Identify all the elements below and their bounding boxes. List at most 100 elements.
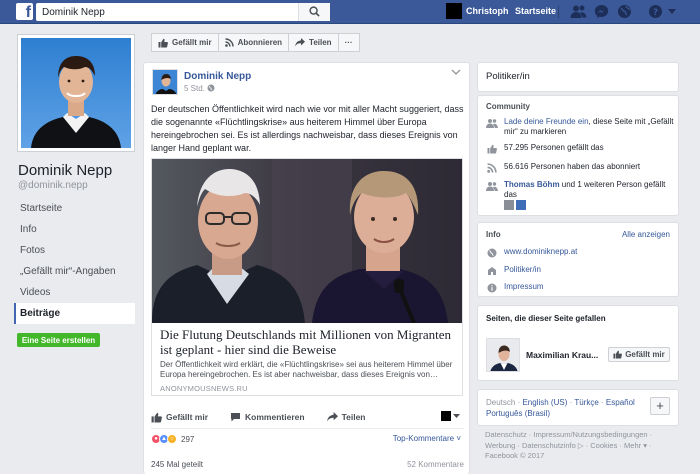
share-arrow-icon	[326, 412, 338, 422]
post-like-button[interactable]: Gefällt mir	[151, 412, 208, 423]
liked-page-like-button[interactable]: Gefällt mir	[608, 347, 670, 362]
more-options-label: ···	[344, 38, 353, 47]
share-page-button[interactable]: Teilen	[288, 33, 338, 52]
svg-text:?: ?	[653, 8, 658, 18]
liked-page-name[interactable]: Maximilian Krau...	[526, 350, 598, 360]
search-input[interactable]	[36, 3, 330, 21]
more-options-button[interactable]: ···	[337, 33, 360, 52]
liked-page-like-label: Gefällt mir	[625, 350, 665, 359]
category-row: Politiker/in	[486, 265, 676, 276]
people-icon	[486, 119, 498, 128]
thumbs-up-icon	[613, 350, 623, 359]
profile-link[interactable]: Christoph	[466, 6, 509, 16]
comment-sort-dropdown[interactable]: Top-Kommentare ˅	[393, 434, 461, 443]
search-icon	[309, 6, 320, 17]
post-stats: 245 Mal geteilt 52 Kommentare	[151, 460, 464, 469]
invite-friends-link[interactable]: Lade deine Freunde ein	[504, 117, 589, 126]
page-navigation: Startseite Info Fotos „Gefällt mir“-Anga…	[14, 198, 135, 324]
post-share-button[interactable]: Teilen	[326, 412, 366, 422]
friend-link[interactable]: Thomas Böhm	[504, 180, 560, 189]
share-as-selector[interactable]	[441, 411, 460, 421]
friend-avatar[interactable]	[504, 200, 514, 210]
user-avatar[interactable]	[446, 3, 462, 19]
post-options-chevron-icon[interactable]	[451, 69, 461, 76]
home-link[interactable]: Startseite	[515, 6, 556, 16]
post-timestamp[interactable]: 5 Std. ·	[184, 84, 210, 93]
share-count[interactable]: 245 Mal geteilt	[151, 460, 203, 469]
post-share-label: Teilen	[341, 412, 366, 422]
impressum-link[interactable]: Impressum	[504, 282, 544, 293]
likes-count[interactable]: 57.295 Personen gefällt das	[504, 143, 604, 154]
nav-item-photos[interactable]: Fotos	[14, 240, 135, 261]
search-button[interactable]	[298, 3, 330, 21]
thumbs-up-icon	[151, 412, 162, 422]
friend-requests-icon[interactable]	[570, 4, 587, 19]
page-username[interactable]: @dominik.nepp	[18, 180, 88, 191]
language-link[interactable]: Türkçe	[574, 398, 598, 407]
link-title[interactable]: Die Flutung Deutschlands mit Millionen v…	[160, 327, 454, 357]
messenger-icon[interactable]	[594, 4, 609, 19]
follow-button[interactable]: Abonnieren	[217, 33, 289, 52]
link-preview-image[interactable]	[152, 159, 462, 323]
people-icon	[486, 182, 498, 191]
language-link[interactable]: Português (Brasil)	[486, 409, 550, 418]
liked-page-avatar[interactable]	[486, 338, 520, 372]
info-heading[interactable]: Info	[486, 230, 501, 239]
website-link[interactable]: www.dominiknepp.at	[504, 247, 577, 258]
language-link[interactable]: English (US)	[522, 398, 567, 407]
reaction-summary[interactable]: ● ▲ ○ 297	[151, 434, 194, 444]
impressum-row: Impressum	[486, 282, 676, 293]
globe-icon	[487, 248, 497, 258]
page-category[interactable]: Politiker/in	[486, 71, 530, 82]
nav-item-videos[interactable]: Videos	[14, 282, 135, 303]
comment-count[interactable]: 52 Kommentare	[407, 460, 464, 469]
post-author-name[interactable]: Dominik Nepp	[184, 71, 251, 82]
friend-thumbnails	[504, 200, 526, 210]
liked-pages-box: Seiten, die dieser Seite gefallen Maximi…	[477, 305, 679, 381]
followers-row: 56.616 Personen haben das abonniert	[486, 162, 676, 173]
friends-like-row: Thomas Böhm und 1 weiteren Person gefäll…	[486, 180, 676, 200]
link-domain: ANONYMOUSNEWS.RU	[160, 384, 248, 393]
website-row: www.dominiknepp.at	[486, 247, 676, 258]
post-like-label: Gefällt mir	[166, 412, 209, 422]
reaction-count[interactable]: 297	[181, 435, 194, 444]
page-name: Dominik Nepp	[18, 162, 113, 179]
post-author-avatar[interactable]	[152, 69, 178, 95]
more-languages-button[interactable]: +	[650, 397, 670, 415]
nav-item-posts[interactable]: Beiträge	[14, 303, 135, 324]
building-icon	[488, 267, 496, 275]
rss-icon	[224, 38, 234, 47]
post-divider	[151, 428, 464, 429]
account-menu-chevron-icon[interactable]	[668, 9, 676, 15]
nav-divider	[558, 6, 559, 18]
facebook-logo-icon[interactable]: f	[16, 3, 33, 20]
category-link[interactable]: Politiker/in	[504, 265, 541, 276]
info-see-all-link[interactable]: Alle anzeigen	[622, 230, 670, 239]
community-heading[interactable]: Community	[486, 102, 530, 111]
nav-item-startseite[interactable]: Startseite	[14, 198, 135, 219]
footer-links[interactable]: Datenschutz · Impressum/Nutzungsbedingun…	[485, 430, 675, 462]
rss-icon	[487, 163, 497, 173]
like-page-button[interactable]: Gefällt mir	[151, 33, 218, 52]
followers-count[interactable]: 56.616 Personen haben das abonniert	[504, 162, 640, 173]
liked-pages-heading: Seiten, die dieser Seite gefallen	[486, 314, 606, 323]
post-card: Dominik Nepp 5 Std. · Der deutschen Öffe…	[143, 62, 470, 474]
create-page-button[interactable]: Eine Seite erstellen	[17, 333, 100, 347]
comment-bubble-icon	[231, 413, 241, 422]
top-navigation-bar: f Christoph Startseite ?	[0, 0, 700, 24]
post-action-row: Gefällt mir Kommentieren Teilen	[151, 408, 464, 426]
invite-friends-row: Lade deine Freunde ein, diese Seite mit …	[486, 117, 676, 137]
thumbs-up-icon	[487, 144, 497, 154]
friend-avatar[interactable]	[516, 200, 526, 210]
language-link[interactable]: Español	[606, 398, 635, 407]
notifications-globe-icon[interactable]	[617, 4, 632, 19]
link-preview-card[interactable]: Die Flutung Deutschlands mit Millionen v…	[151, 158, 463, 396]
post-comment-button[interactable]: Kommentieren	[230, 412, 305, 422]
nav-item-likes[interactable]: „Gefällt mir“-Angaben	[14, 261, 135, 282]
nav-item-info[interactable]: Info	[14, 219, 135, 240]
profile-picture[interactable]	[17, 34, 135, 152]
link-description: Der Öffentlichkeit wird erklärt, die «Fl…	[160, 360, 453, 379]
help-icon[interactable]: ?	[648, 4, 663, 19]
post-comment-label: Kommentieren	[245, 412, 305, 422]
current-language: Deutsch ·	[486, 398, 523, 407]
